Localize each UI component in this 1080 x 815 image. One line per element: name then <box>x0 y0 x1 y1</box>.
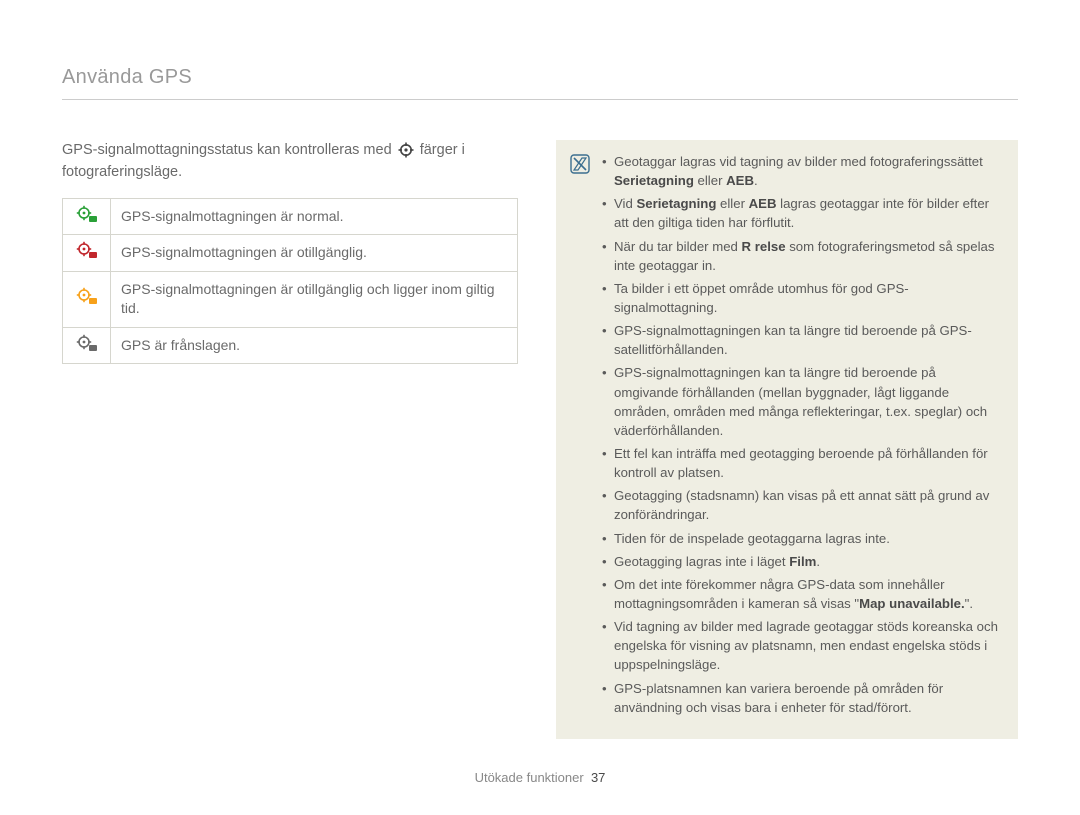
status-row: GPS-signalmottagningen är otillgänglig. <box>63 235 518 272</box>
note-item: Vid tagning av bilder med lagrade geotag… <box>602 617 1002 674</box>
gps-status-icon <box>63 235 111 272</box>
note-list: Geotaggar lagras vid tagning av bilder m… <box>602 152 1002 721</box>
footer-label: Utökade funktioner <box>475 770 584 785</box>
intro-text-before: GPS-signalmottagningsstatus kan kontroll… <box>62 142 396 158</box>
note-item: GPS-signalmottagningen kan ta längre tid… <box>602 321 1002 359</box>
status-row: GPS är frånslagen. <box>63 327 518 364</box>
note-item: Vid Serietagning eller AEB lagras geotag… <box>602 194 1002 232</box>
gps-crosshair-icon <box>398 142 414 158</box>
note-item: Geotagging lagras inte i läget Film. <box>602 552 1002 571</box>
note-icon <box>570 161 590 178</box>
status-row: GPS-signalmottagningen är normal. <box>63 198 518 235</box>
note-box: Geotaggar lagras vid tagning av bilder m… <box>556 140 1018 739</box>
note-item: Ett fel kan inträffa med geotagging bero… <box>602 444 1002 482</box>
gps-status-icon <box>63 198 111 235</box>
status-description: GPS-signalmottagningen är otillgänglig o… <box>111 271 518 327</box>
gps-status-icon <box>63 327 111 364</box>
status-row: GPS-signalmottagningen är otillgänglig o… <box>63 271 518 327</box>
note-item: Geotaggar lagras vid tagning av bilder m… <box>602 152 1002 190</box>
content-columns: GPS-signalmottagningsstatus kan kontroll… <box>62 140 1018 739</box>
section-title: Använda GPS <box>62 66 1018 100</box>
intro-paragraph: GPS-signalmottagningsstatus kan kontroll… <box>62 140 518 184</box>
footer: Utökade funktioner 37 <box>0 770 1080 785</box>
note-item: Ta bilder i ett öppet område utomhus för… <box>602 279 1002 317</box>
note-item: Geotagging (stadsnamn) kan visas på ett … <box>602 486 1002 524</box>
left-column: GPS-signalmottagningsstatus kan kontroll… <box>62 140 518 739</box>
note-item: Tiden för de inspelade geotaggarna lagra… <box>602 529 1002 548</box>
status-description: GPS är frånslagen. <box>111 327 518 364</box>
note-item: Om det inte förekommer några GPS-data so… <box>602 575 1002 613</box>
gps-status-table: GPS-signalmottagningen är normal.GPS-sig… <box>62 198 518 365</box>
note-item: GPS-platsnamnen kan variera beroende på … <box>602 679 1002 717</box>
gps-status-icon <box>63 271 111 327</box>
note-item: När du tar bilder med R relse som fotogr… <box>602 237 1002 275</box>
note-item: GPS-signalmottagningen kan ta längre tid… <box>602 363 1002 440</box>
status-description: GPS-signalmottagningen är normal. <box>111 198 518 235</box>
footer-page-number: 37 <box>591 770 605 785</box>
note-icon-wrap <box>570 152 592 721</box>
status-description: GPS-signalmottagningen är otillgänglig. <box>111 235 518 272</box>
